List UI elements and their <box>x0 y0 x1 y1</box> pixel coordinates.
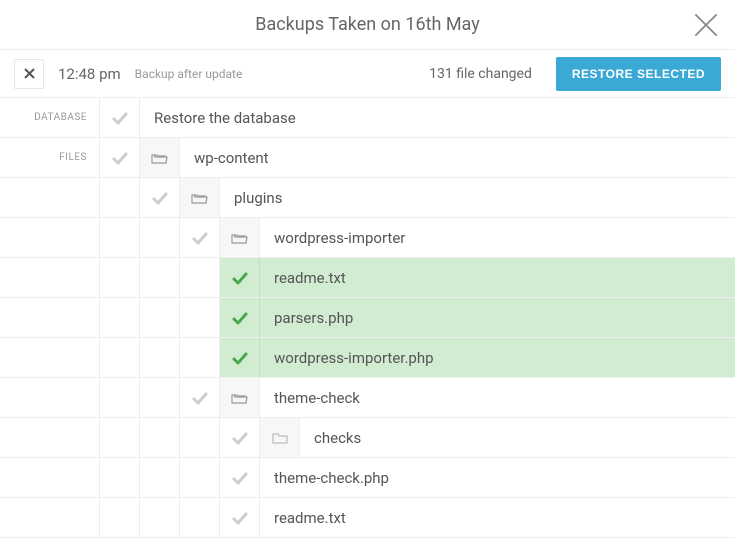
node-label: plugins <box>220 189 735 207</box>
expand-toggle[interactable] <box>180 178 220 217</box>
tree-row-file[interactable]: theme-check.php <box>0 458 735 498</box>
section-label-files: FILES <box>0 138 100 177</box>
checkbox[interactable] <box>220 418 260 457</box>
folder-open-icon <box>231 231 248 245</box>
files-changed-count: 131 file changed <box>429 66 532 82</box>
expand-toggle[interactable] <box>140 138 180 177</box>
checkbox[interactable] <box>180 218 220 257</box>
folder-open-icon <box>231 391 248 405</box>
tree-row-folder[interactable]: checks <box>0 418 735 458</box>
tree-row-folder[interactable]: theme-check <box>0 378 735 418</box>
checkbox[interactable] <box>180 378 220 417</box>
file-tree: DATABASE Restore the database FILES wp-c… <box>0 98 735 538</box>
expand-toggle[interactable] <box>220 218 260 257</box>
restore-selected-button[interactable]: RESTORE SELECTED <box>556 57 721 91</box>
node-label: parsers.php <box>260 309 735 327</box>
tree-row-file[interactable]: readme.txt <box>0 498 735 538</box>
check-icon <box>112 111 128 125</box>
close-button[interactable] <box>693 12 719 38</box>
toolbar: 12:48 pm Backup after update 131 file ch… <box>0 50 735 98</box>
checkbox[interactable] <box>100 138 140 177</box>
node-label: checks <box>300 429 735 447</box>
check-icon <box>232 271 248 285</box>
node-label: Restore the database <box>140 109 735 127</box>
node-label: theme-check.php <box>260 469 735 487</box>
checkbox[interactable] <box>100 98 140 137</box>
backup-note: Backup after update <box>135 67 243 81</box>
delete-button[interactable] <box>14 59 44 89</box>
database-row[interactable]: DATABASE Restore the database <box>0 98 735 138</box>
check-icon <box>192 391 208 405</box>
checkbox[interactable] <box>220 298 260 337</box>
backup-time: 12:48 pm <box>58 65 121 83</box>
section-label-database: DATABASE <box>0 98 100 137</box>
x-icon <box>24 68 35 79</box>
check-icon <box>232 511 248 525</box>
close-icon <box>693 12 719 38</box>
dialog-header: Backups Taken on 16th May <box>0 0 735 50</box>
tree-row-folder[interactable]: wordpress-importer <box>0 218 735 258</box>
tree-row-file[interactable]: readme.txt <box>0 258 735 298</box>
check-icon <box>192 231 208 245</box>
check-icon <box>152 191 168 205</box>
expand-toggle[interactable] <box>260 418 300 457</box>
node-label: wp-content <box>180 149 735 167</box>
expand-toggle[interactable] <box>220 378 260 417</box>
check-icon <box>232 431 248 445</box>
check-icon <box>112 151 128 165</box>
checkbox[interactable] <box>220 458 260 497</box>
check-icon <box>232 471 248 485</box>
check-icon <box>232 351 248 365</box>
checkbox[interactable] <box>220 258 260 297</box>
folder-open-icon <box>191 191 208 205</box>
node-label: readme.txt <box>260 509 735 527</box>
tree-row-folder[interactable]: FILES wp-content <box>0 138 735 178</box>
check-icon <box>232 311 248 325</box>
checkbox[interactable] <box>220 498 260 537</box>
dialog-title: Backups Taken on 16th May <box>255 14 479 35</box>
folder-open-icon <box>151 151 168 165</box>
node-label: readme.txt <box>260 269 735 287</box>
tree-row-file[interactable]: wordpress-importer.php <box>0 338 735 378</box>
checkbox[interactable] <box>220 338 260 377</box>
node-label: wordpress-importer.php <box>260 349 735 367</box>
node-label: theme-check <box>260 389 735 407</box>
node-label: wordpress-importer <box>260 229 735 247</box>
checkbox[interactable] <box>140 178 180 217</box>
tree-row-folder[interactable]: plugins <box>0 178 735 218</box>
tree-row-file[interactable]: parsers.php <box>0 298 735 338</box>
folder-closed-icon <box>272 431 288 445</box>
